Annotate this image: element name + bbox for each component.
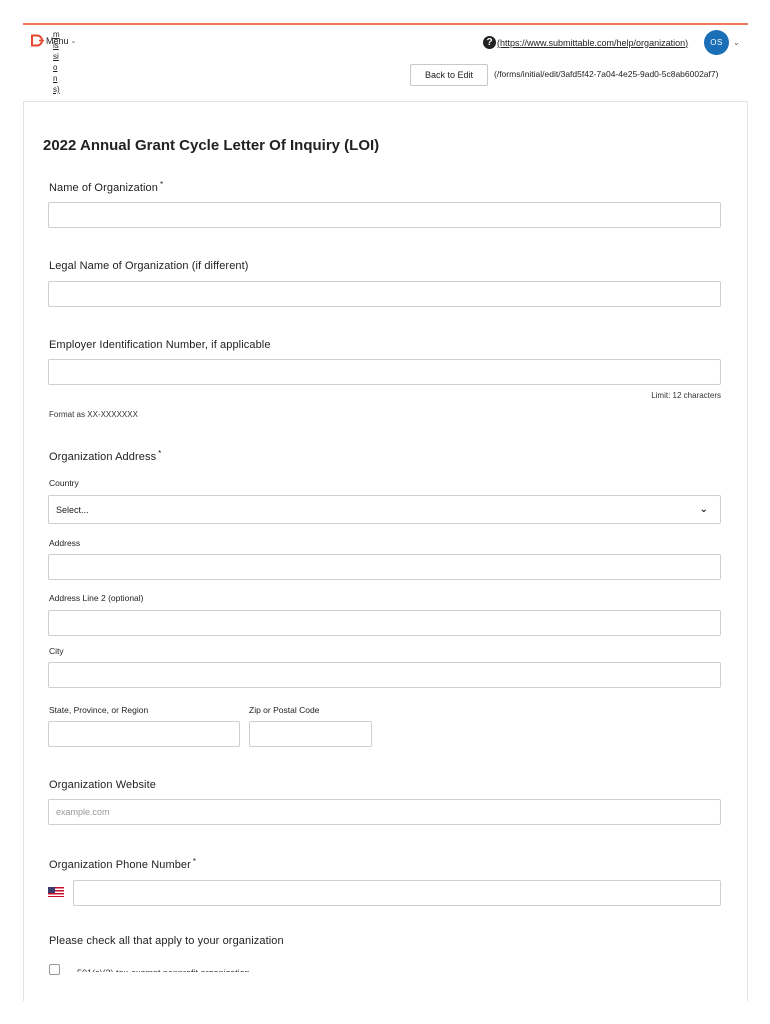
menu-button[interactable]: Menu ⌄ xyxy=(46,36,76,46)
ein-format-hint: Format as XX-XXXXXXX xyxy=(49,410,138,419)
country-select-value: Select... xyxy=(56,504,89,515)
address2-sublabel: Address Line 2 (optional) xyxy=(49,593,144,603)
menu-label: Menu xyxy=(46,36,69,46)
state-input[interactable] xyxy=(48,721,240,747)
country-label: Country xyxy=(49,478,79,488)
legal-name-label: Legal Name of Organization (if different… xyxy=(49,260,249,272)
checks-label: Please check all that apply to your orga… xyxy=(49,935,284,947)
top-accent-line xyxy=(23,23,748,25)
address-sublabel: Address xyxy=(49,538,81,548)
checkbox-501c3-label: 501(c)(3) tax-exempt nonprofit organizat… xyxy=(77,966,250,972)
zip-sublabel: Zip or Postal Code xyxy=(249,705,320,715)
submittable-logo[interactable] xyxy=(30,34,44,47)
city-input[interactable] xyxy=(48,662,721,688)
checkbox-501c3[interactable] xyxy=(49,964,60,975)
ein-input[interactable] xyxy=(48,359,721,385)
legal-name-input[interactable] xyxy=(48,281,721,307)
edit-path-text: (/forms/initial/edit/3afd5f42-7a04-4e25-… xyxy=(494,69,719,79)
help-link[interactable]: (https://www.submittable.com/help/organi… xyxy=(497,38,688,48)
help-link-group[interactable]: ? (https://www.submittable.com/help/orga… xyxy=(483,36,688,49)
website-label: Organization Website xyxy=(49,779,156,791)
question-circle-icon: ? xyxy=(483,36,496,49)
org-name-label: Name of Organization * xyxy=(49,180,164,194)
chevron-down-icon: ⌄ xyxy=(699,504,708,515)
org-name-input[interactable] xyxy=(48,202,721,228)
address2-input[interactable] xyxy=(48,610,721,636)
avatar-chevron-down-icon[interactable]: ⌄ xyxy=(733,38,740,47)
ein-limit: Limit: 12 characters xyxy=(651,391,721,400)
avatar[interactable]: OS xyxy=(704,30,729,55)
address-label: Organization Address * xyxy=(49,449,162,463)
address-input[interactable] xyxy=(48,554,721,580)
zip-input[interactable] xyxy=(249,721,372,747)
city-sublabel: City xyxy=(49,646,64,656)
phone-label: Organization Phone Number * xyxy=(49,857,197,871)
state-sublabel: State, Province, or Region xyxy=(49,705,149,715)
ein-label: Employer Identification Number, if appli… xyxy=(49,339,271,351)
us-flag-icon[interactable] xyxy=(48,887,64,897)
chevron-down-icon: ⌄ xyxy=(70,38,77,45)
country-select[interactable]: Select... ⌄ xyxy=(48,495,721,524)
back-to-edit-button[interactable]: Back to Edit xyxy=(410,64,488,86)
website-input[interactable]: example.com xyxy=(48,799,721,825)
form-title: 2022 Annual Grant Cycle Letter Of Inquir… xyxy=(43,137,380,154)
phone-input[interactable] xyxy=(73,880,721,906)
